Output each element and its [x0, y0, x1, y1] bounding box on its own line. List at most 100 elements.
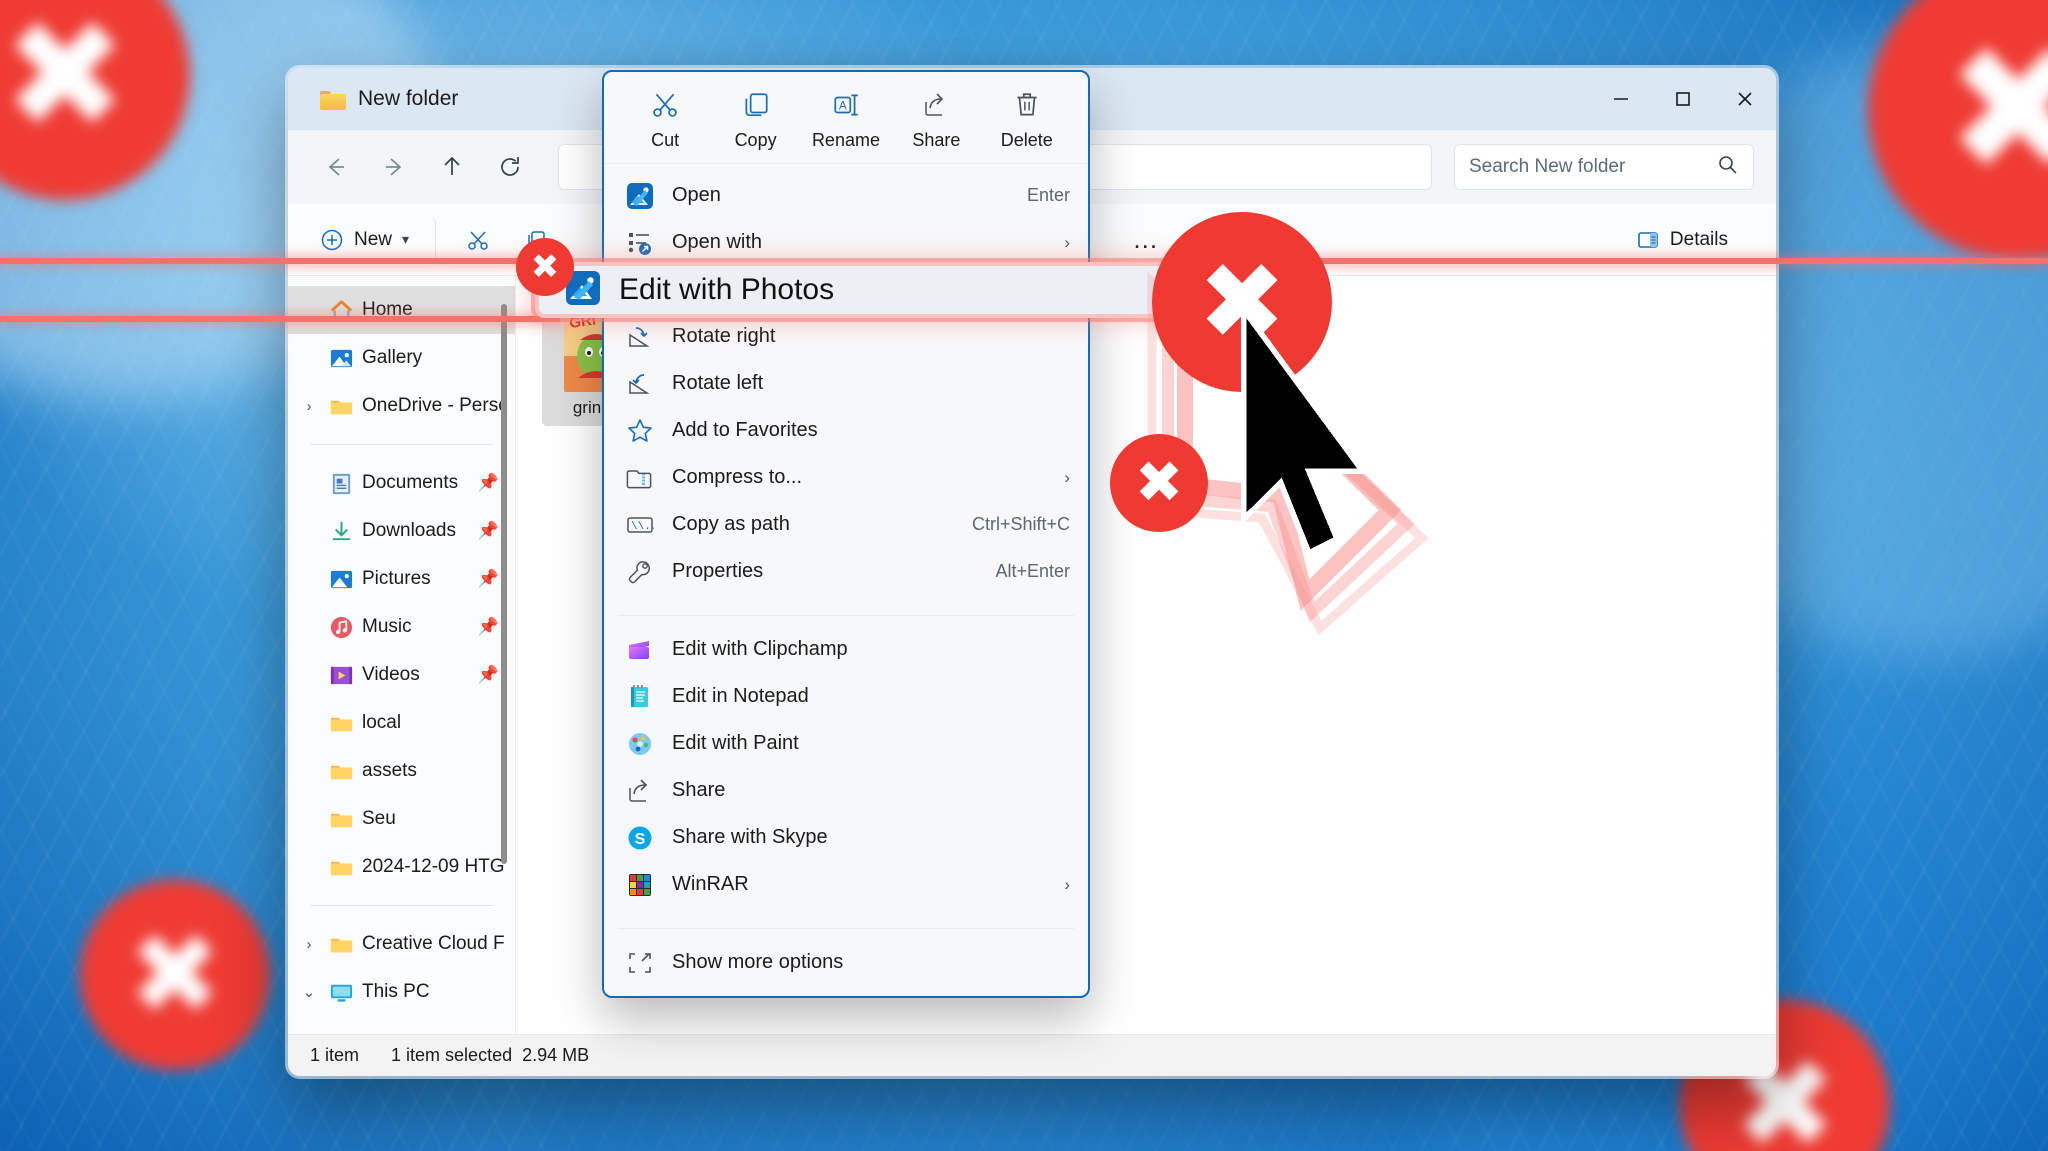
context-menu-item-compress-to[interactable]: Compress to... › [604, 454, 1088, 501]
share-icon [626, 777, 654, 805]
sidebar-item-gallery[interactable]: Gallery [288, 334, 515, 382]
submenu-chevron-icon[interactable]: › [1064, 233, 1070, 253]
share-icon [922, 90, 950, 120]
chevron-icon[interactable]: › [298, 398, 320, 415]
forward-button[interactable] [368, 145, 420, 189]
sidebar-item-downloads[interactable]: Downloads📌 [288, 507, 515, 555]
svg-text:\\..: \\.. [631, 521, 654, 533]
context-toolbar-cut[interactable]: Cut [625, 90, 705, 151]
sidebar-item-assets[interactable]: assets [288, 747, 515, 795]
sidebar-item-home[interactable]: Home [288, 286, 515, 334]
context-menu-item-label: Open [672, 184, 1009, 207]
maximize-button[interactable] [1652, 68, 1714, 130]
background-error-badge: ✖ [80, 880, 270, 1070]
context-toolbar-label: Delete [1001, 130, 1053, 151]
svg-text:A: A [839, 99, 847, 112]
sidebar-item-creative-cloud-f[interactable]: ›Creative Cloud F [288, 920, 515, 968]
sidebar-item-documents[interactable]: Documents📌 [288, 459, 515, 507]
new-button-label: New [354, 229, 392, 251]
folder-tab[interactable]: New folder [306, 68, 484, 130]
context-menu-item-label: Edit with Paint [672, 732, 1070, 755]
show-more-options-icon [626, 949, 654, 977]
error-badge-medium: ✖ [1110, 434, 1208, 532]
sidebar-item-label: Seu [362, 808, 396, 830]
sidebar-item-videos[interactable]: Videos📌 [288, 651, 515, 699]
close-button[interactable] [1714, 68, 1776, 130]
refresh-button[interactable] [484, 145, 536, 189]
up-button[interactable] [426, 145, 478, 189]
context-menu-item-edit-in-notepad[interactable]: Edit in Notepad [604, 673, 1088, 720]
trash-icon [1012, 90, 1042, 120]
sidebar-scrollbar-track[interactable] [505, 286, 511, 866]
mouse-cursor [1238, 310, 1408, 570]
notepad-icon [626, 683, 654, 711]
sidebar-item-seu[interactable]: Seu [288, 795, 515, 843]
sidebar-divider [310, 444, 493, 445]
context-toolbar-copy[interactable]: Copy [716, 90, 796, 151]
context-menu-item-label: Compress to... [672, 466, 1032, 489]
videos-icon [328, 663, 354, 687]
minimize-button[interactable] [1590, 68, 1652, 130]
context-menu-item-properties[interactable]: PropertiesAlt+Enter [604, 548, 1088, 595]
scissors-icon [466, 228, 490, 252]
search-input[interactable]: Search New folder [1469, 156, 1709, 178]
context-menu-item-label: Properties [672, 560, 977, 583]
sidebar-item-pictures[interactable]: Pictures📌 [288, 555, 515, 603]
context-menu-item-show-more-options[interactable]: Show more options [604, 939, 1088, 986]
sidebar-scrollbar-thumb[interactable] [501, 304, 507, 864]
sidebar-item-local[interactable]: local [288, 699, 515, 747]
chevron-icon[interactable]: ⌄ [298, 983, 320, 1001]
context-menu-item-label: WinRAR [672, 873, 1032, 896]
folder-icon [328, 711, 354, 735]
sidebar-item-onedrive-persc[interactable]: ›OneDrive - Persc [288, 382, 515, 430]
context-menu-item-label: Show more options [672, 951, 1070, 974]
context-menu-item-open[interactable]: Open Enter [604, 172, 1088, 219]
sidebar-item-this-pc[interactable]: ⌄This PC [288, 968, 515, 1016]
chevron-down-icon: ▾ [402, 231, 409, 248]
context-menu-item-rotate-left[interactable]: Rotate left [604, 360, 1088, 407]
rotate-right-icon [626, 323, 654, 351]
context-menu-item-edit-with-clipchamp[interactable]: Edit with Clipchamp [604, 626, 1088, 673]
context-menu-item-share[interactable]: Share [604, 767, 1088, 814]
sidebar-item-2024-12-09-htg[interactable]: 2024-12-09 HTG [288, 843, 515, 891]
new-button[interactable]: New ▾ [306, 217, 436, 263]
sidebar-item-label: Downloads [362, 520, 456, 542]
context-menu-item-winrar[interactable]: WinRAR › [604, 861, 1088, 908]
context-menu-item-share-with-skype[interactable]: SShare with Skype [604, 814, 1088, 861]
context-menu-item-open-with[interactable]: Open with› [604, 219, 1088, 266]
sidebar-item-music[interactable]: Music📌 [288, 603, 515, 651]
context-toolbar-label: Share [912, 130, 960, 151]
submenu-chevron-icon[interactable]: › [1064, 875, 1070, 895]
context-menu-item-label: Copy as path [672, 513, 954, 536]
winrar-icon [626, 871, 654, 899]
details-pane-button[interactable]: Details [1622, 217, 1742, 263]
details-pane-icon [1636, 228, 1660, 252]
chevron-icon[interactable]: › [298, 936, 320, 953]
context-menu-item-rotate-right[interactable]: Rotate right [604, 313, 1088, 360]
submenu-chevron-icon[interactable]: › [1064, 468, 1070, 488]
star-icon [626, 417, 654, 445]
status-item-count: 1 item [310, 1045, 359, 1066]
context-menu-item-add-to-favorites[interactable]: Add to Favorites [604, 407, 1088, 454]
context-menu-group-2: Edit with Clipchamp Edit in Notepad Edit w… [604, 626, 1088, 918]
folder-icon [328, 759, 354, 783]
pictures-icon [328, 567, 354, 591]
context-menu-item-edit-with-paint[interactable]: Edit with Paint [604, 720, 1088, 767]
highlighted-menu-item-edit-with-photos[interactable]: Edit with Photos [535, 262, 1175, 318]
context-menu: CutCopyARenameShareDelete OpenEnterOpen … [602, 70, 1090, 998]
plus-circle-icon [320, 228, 344, 252]
context-toolbar-delete[interactable]: Delete [987, 90, 1067, 151]
documents-icon [328, 471, 354, 495]
error-badge-marker: ✖ [516, 238, 574, 296]
context-toolbar-rename[interactable]: ARename [806, 90, 886, 151]
folder-icon [328, 394, 354, 418]
context-toolbar-share[interactable]: Share [896, 90, 976, 151]
sidebar-item-label: local [362, 712, 401, 734]
context-menu-item-copy-as-path[interactable]: \\..Copy as pathCtrl+Shift+C [604, 501, 1088, 548]
cut-button[interactable] [452, 217, 504, 263]
search-box[interactable]: Search New folder [1454, 144, 1754, 190]
back-button[interactable] [310, 145, 362, 189]
context-menu-divider [618, 615, 1074, 616]
context-menu-item-label: Edit in Notepad [672, 685, 1070, 708]
context-menu-item-shortcut: Enter [1027, 185, 1070, 206]
